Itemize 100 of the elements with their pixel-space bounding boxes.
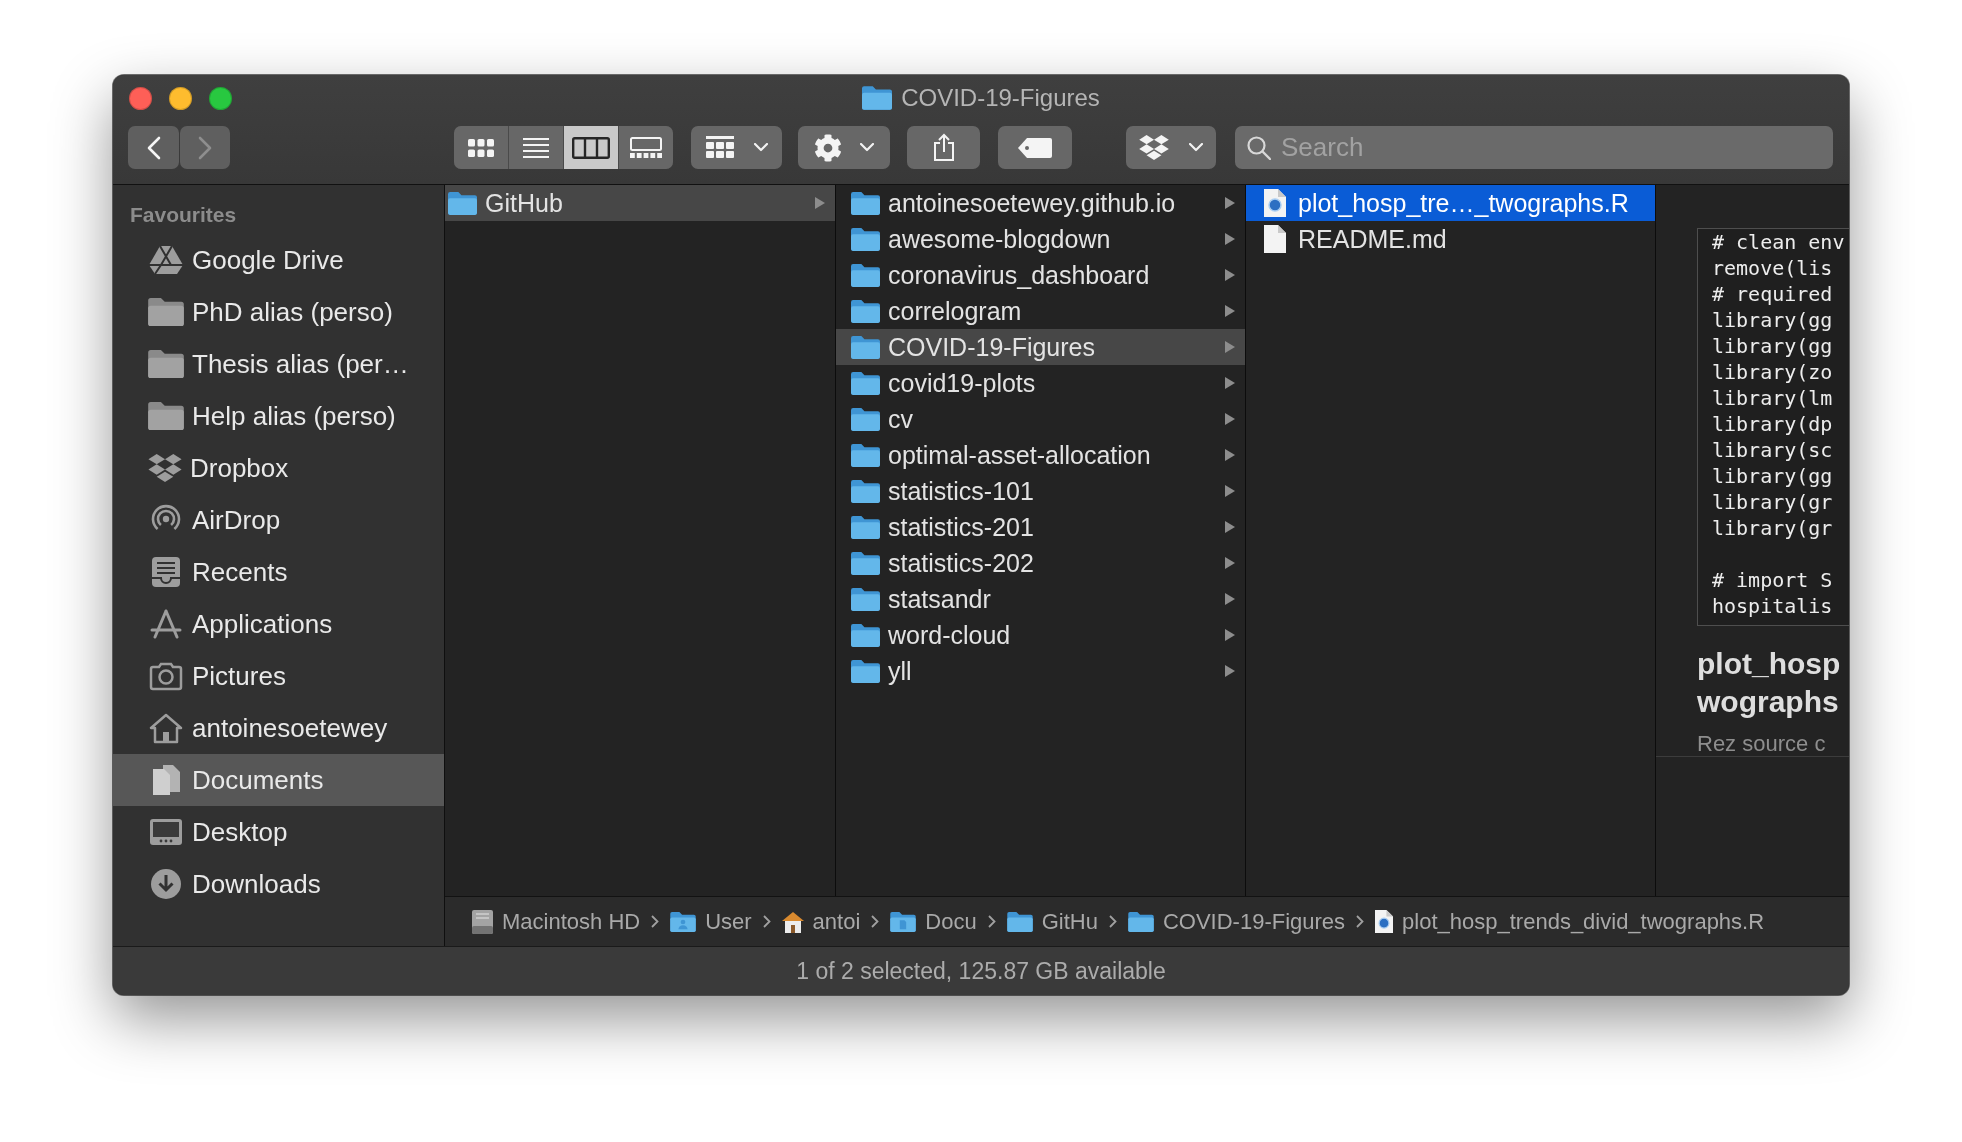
chevron-down-icon (753, 143, 768, 152)
document-icon (1264, 225, 1286, 253)
file-row[interactable]: plot_hosp_tre…_twographs.R (1246, 185, 1655, 221)
action-button[interactable] (798, 126, 890, 169)
group-button[interactable] (691, 126, 782, 169)
folder-row[interactable]: statistics-201 (836, 509, 1245, 545)
minimize-button[interactable] (169, 86, 192, 110)
folder-row[interactable]: correlogram (836, 293, 1245, 329)
chevron-right-icon (1108, 915, 1117, 928)
sidebar-item[interactable]: Google Drive (113, 234, 444, 286)
folder-icon (850, 227, 880, 251)
chevron-right-icon (197, 135, 213, 160)
dropbox-button[interactable] (1126, 126, 1216, 169)
folder-icon (850, 407, 880, 431)
columns-view-button[interactable] (564, 126, 618, 169)
sidebar-item[interactable]: antoinesoetewey (113, 702, 444, 754)
path-segment[interactable]: Macintosh HD (472, 908, 641, 935)
chevron-right-icon (651, 915, 660, 928)
folder-icon (148, 298, 184, 326)
disclosure-triangle-icon (1225, 341, 1235, 353)
folder-row[interactable]: coronavirus_dashboard (836, 257, 1245, 293)
folder-icon (850, 371, 880, 395)
sidebar-item[interactable]: Help alias (perso) (113, 390, 444, 442)
folder-icon (850, 515, 880, 539)
disclosure-triangle-icon (1225, 233, 1235, 245)
path-segment[interactable]: COVID-19-Figures (1127, 908, 1346, 935)
tag-icon (1018, 137, 1052, 158)
share-button[interactable] (907, 126, 980, 169)
path-segment[interactable]: plot_hosp_trends_divid_twographs.R (1375, 908, 1765, 935)
user-folder-icon (670, 911, 697, 932)
gallery-icon (630, 137, 662, 158)
folder-row[interactable]: GitHub (445, 185, 835, 221)
sidebar-item[interactable]: PhD alias (perso) (113, 286, 444, 338)
chevron-right-icon (762, 915, 771, 928)
folder-row[interactable]: statistics-101 (836, 473, 1245, 509)
folder-row[interactable]: covid19-plots (836, 365, 1245, 401)
code-line: library(gg (1712, 333, 1834, 359)
folder-row[interactable]: yll (836, 653, 1245, 689)
folder-icon (850, 623, 880, 647)
search-field[interactable]: Search (1235, 126, 1833, 169)
sidebar-item[interactable]: Desktop (113, 806, 444, 858)
code-line: # clean env (1712, 229, 1846, 255)
chevron-down-icon (860, 143, 874, 152)
settings-icon (814, 133, 842, 162)
folder-row[interactable]: awesome-blogdown (836, 221, 1245, 257)
house-icon (781, 910, 804, 933)
sidebar-item[interactable]: Pictures (113, 650, 444, 702)
disclosure-triangle-icon (1225, 305, 1235, 317)
list-view-button[interactable] (509, 126, 563, 169)
sidebar-item[interactable]: Applications (113, 598, 444, 650)
sidebar-item[interactable]: Documents (113, 754, 444, 806)
file-name-title: plot_hosp wographs (1697, 646, 1842, 720)
gallery-view-button[interactable] (619, 126, 673, 169)
columns-icon (572, 136, 610, 159)
tag-button[interactable] (998, 126, 1072, 169)
code-line: library(gr (1712, 489, 1834, 515)
dropbox-icon (148, 454, 182, 482)
folder-row[interactable]: statsandr (836, 581, 1245, 617)
sidebar-item[interactable]: Downloads (113, 858, 444, 910)
disclosure-triangle-icon (1225, 449, 1235, 461)
back-button[interactable] (128, 126, 179, 169)
path-segment[interactable]: GitHu (1006, 908, 1098, 935)
folder-row[interactable]: COVID-19-Figures (836, 329, 1245, 365)
file-type-text: Rez source c (1697, 732, 1827, 756)
list-lines-icon (523, 137, 549, 158)
hard-drive-icon (472, 909, 493, 934)
folder-icon (447, 191, 477, 215)
folder-icon (850, 443, 880, 467)
drive-triangle-icon (148, 244, 184, 276)
chevron-down-icon (1189, 143, 1203, 152)
sidebar-item[interactable]: Recents (113, 546, 444, 598)
folder-icon (850, 479, 880, 503)
close-button[interactable] (129, 86, 152, 110)
chevron-right-icon (871, 915, 880, 928)
folder-row[interactable]: word-cloud (836, 617, 1245, 653)
camera-icon (148, 660, 184, 692)
sidebar-item[interactable]: AirDrop (113, 494, 444, 546)
path-segment[interactable]: Docu (890, 908, 977, 935)
path-segment[interactable]: antoi (781, 908, 861, 935)
disclosure-triangle-icon (1225, 629, 1235, 641)
folder-row[interactable]: cv (836, 401, 1245, 437)
file-row[interactable]: README.md (1246, 221, 1655, 257)
folder-row[interactable]: optimal-asset-allocation (836, 437, 1245, 473)
icons-view-button[interactable] (454, 126, 508, 169)
disclosure-triangle-icon (1225, 197, 1235, 209)
desktop-icon (148, 816, 184, 848)
code-line: library(gg (1712, 463, 1834, 489)
zoom-button[interactable] (209, 86, 232, 110)
folder-icon (862, 86, 893, 110)
folder-icon (850, 659, 880, 683)
disclosure-triangle-icon (1225, 521, 1235, 533)
disclosure-triangle-icon (1225, 557, 1235, 569)
sidebar-item[interactable]: Dropbox (113, 442, 444, 494)
chevron-right-icon (1356, 915, 1365, 928)
sidebar-item[interactable]: Thesis alias (per… (113, 338, 444, 390)
disclosure-triangle-icon (1225, 377, 1235, 389)
path-segment[interactable]: User (670, 908, 752, 935)
chevron-left-icon (145, 135, 162, 160)
folder-row[interactable]: antoinesoetewey.github.io (836, 185, 1245, 221)
folder-row[interactable]: statistics-202 (836, 545, 1245, 581)
